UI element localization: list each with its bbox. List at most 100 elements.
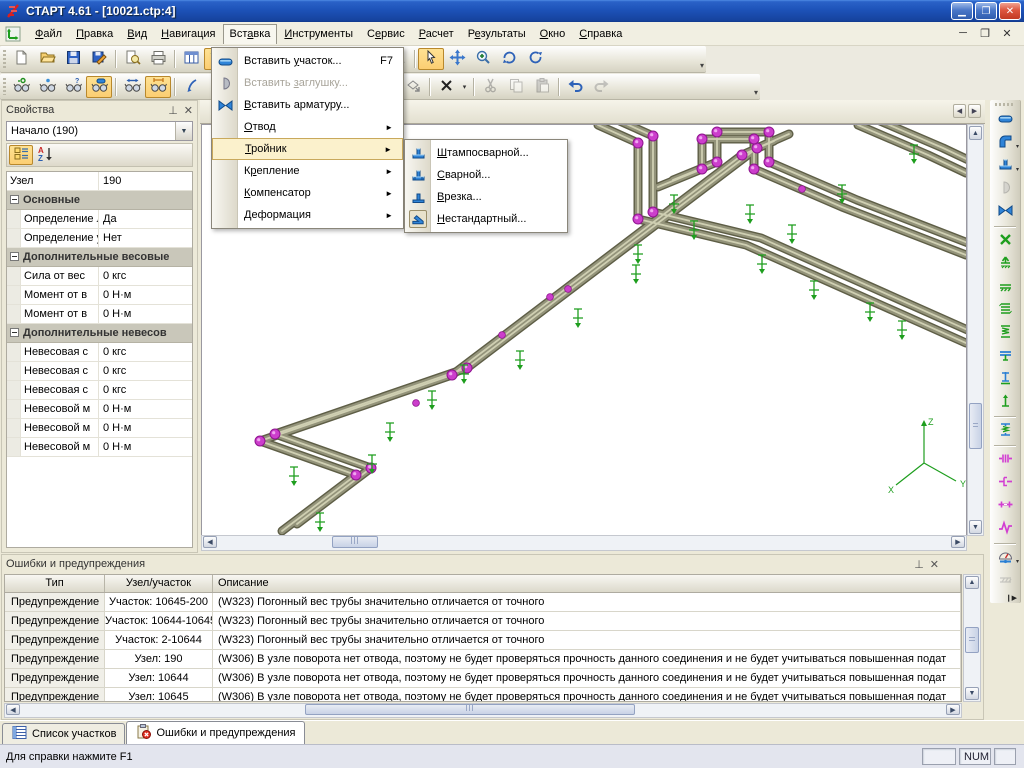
chevron-down-icon[interactable]: ▼ — [175, 122, 192, 140]
menubar-item-2[interactable]: Правка — [69, 24, 120, 44]
scrollbar-thumb[interactable] — [305, 704, 635, 715]
save-as-button[interactable] — [86, 48, 112, 70]
undo-button[interactable] — [562, 76, 588, 98]
column-header-description[interactable]: Описание — [213, 575, 961, 592]
property-row[interactable]: Невесовая с0 кгс — [7, 343, 192, 362]
mdi-restore-button[interactable]: ❐ — [978, 27, 992, 40]
menu-item-компенсатор[interactable]: Компенсатор► — [212, 182, 403, 204]
elbow-button[interactable]: ▾ — [993, 132, 1017, 154]
menubar-item-5[interactable]: Вставка — [223, 24, 278, 44]
pan-button[interactable] — [444, 48, 470, 70]
copy-button[interactable] — [503, 76, 529, 98]
show-marks-button[interactable] — [34, 76, 60, 98]
guide-support-button[interactable] — [993, 299, 1017, 321]
errors-horizontal-scrollbar[interactable]: ◀ ▶ — [4, 703, 962, 718]
property-row[interactable]: Невесовая с0 кгс — [7, 362, 192, 381]
delete-button[interactable] — [433, 76, 459, 98]
property-row[interactable]: Момент от в0 Н·м — [7, 286, 192, 305]
dropdown-arrow-icon[interactable]: ▾ — [1016, 143, 1019, 150]
rotate-view-button[interactable] — [496, 48, 522, 70]
dropdown-arrow-icon[interactable]: ▾ — [459, 76, 470, 98]
mdi-close-button[interactable]: ✕ — [1000, 27, 1014, 40]
property-value[interactable]: 0 кгс — [99, 267, 192, 285]
menu-item-вставить-заглушку-[interactable]: Вставить заглушку... — [212, 72, 403, 94]
property-value[interactable]: 190 — [99, 172, 192, 190]
property-row[interactable]: Невесовой м0 Н·м — [7, 419, 192, 438]
error-table-row[interactable]: ПредупреждениеУзел: 190(W306) В узле пов… — [5, 650, 961, 669]
hinged-compensator-button[interactable] — [993, 495, 1017, 517]
column-header-node[interactable]: Узел/участок — [105, 575, 213, 592]
property-row[interactable]: Невесовой м0 Н·м — [7, 438, 192, 457]
axial-compensator-button[interactable] — [993, 472, 1017, 494]
delete-node-button[interactable] — [993, 230, 1017, 252]
print-preview-button[interactable] — [119, 48, 145, 70]
vertical-support-button[interactable] — [993, 368, 1017, 390]
property-value[interactable]: 0 Н·м — [99, 305, 192, 323]
menu-item-тройник[interactable]: Тройник► — [212, 138, 403, 160]
menubar-item-3[interactable]: Вид — [120, 24, 154, 44]
pin-icon[interactable]: ⊥ — [914, 558, 924, 571]
menu-item-сварной-[interactable]: Сварной... — [405, 164, 567, 186]
scroll-tabs-right-icon[interactable]: ▶ — [968, 104, 981, 118]
show-pipes-button[interactable] — [86, 76, 112, 98]
menu-item-штампосварной-[interactable]: Штампосварной... — [405, 142, 567, 164]
valve-button[interactable] — [993, 201, 1017, 223]
edit-direction-button[interactable] — [178, 76, 204, 98]
node-selector-combo[interactable]: Начало (190) ▼ — [6, 121, 193, 141]
error-table-row[interactable]: ПредупреждениеУчасток: 10644-10645(W323)… — [5, 612, 961, 631]
categorized-button[interactable] — [9, 145, 33, 165]
menu-item-крепление[interactable]: Крепление► — [212, 160, 403, 182]
menu-item-врезка-[interactable]: Врезка... — [405, 186, 567, 208]
scrollbar-thumb[interactable] — [965, 627, 979, 653]
scroll-tabs-left-icon[interactable]: ◀ — [953, 104, 966, 118]
cut-button[interactable] — [477, 76, 503, 98]
scrollbar-thumb[interactable] — [332, 536, 378, 548]
window-panes-button[interactable] — [178, 48, 204, 70]
scroll-right-icon[interactable]: ▶ — [946, 704, 960, 715]
restore-button[interactable]: ❐ — [975, 2, 997, 20]
property-row[interactable]: Невесовой м0 Н·м — [7, 400, 192, 419]
new-document-button[interactable] — [8, 48, 34, 70]
zoom-in-button[interactable] — [470, 48, 496, 70]
property-value[interactable]: 0 Н·м — [99, 286, 192, 304]
pipe-segment-button[interactable] — [993, 109, 1017, 131]
collapse-icon[interactable] — [10, 252, 19, 261]
two-way-support-button[interactable] — [993, 345, 1017, 367]
show-query-button[interactable]: ? — [60, 76, 86, 98]
toolbar-overflow-button[interactable]: ❙▶ — [1006, 594, 1017, 602]
insulation-button[interactable] — [993, 570, 1017, 592]
toolbar-grip[interactable] — [3, 78, 6, 95]
open-document-button[interactable] — [34, 48, 60, 70]
scroll-down-icon[interactable]: ▼ — [965, 687, 979, 700]
scroll-up-icon[interactable]: ▲ — [965, 576, 979, 589]
error-table-row[interactable]: ПредупреждениеУчасток: 2-10644(W323) Пог… — [5, 631, 961, 650]
menubar-item-4[interactable]: Навигация — [154, 24, 222, 44]
property-value[interactable]: 0 Н·м — [99, 438, 192, 456]
cap-button[interactable] — [993, 178, 1017, 200]
menu-item-деформация[interactable]: Деформация► — [212, 204, 403, 226]
close-button[interactable]: ✕ — [999, 2, 1021, 20]
property-value[interactable]: 0 кгс — [99, 381, 192, 399]
property-row[interactable]: Момент от в0 Н·м — [7, 305, 192, 324]
print-button[interactable] — [145, 48, 171, 70]
menubar-item-7[interactable]: Сервис — [360, 24, 412, 44]
scroll-down-icon[interactable]: ▼ — [969, 520, 982, 534]
close-panel-icon[interactable]: ✕ — [184, 104, 193, 117]
errors-vertical-scrollbar[interactable]: ▲ ▼ — [963, 574, 981, 702]
mdi-minimize-button[interactable]: ─ — [956, 27, 970, 40]
paste-button[interactable] — [529, 76, 555, 98]
minimize-button[interactable]: ▁ — [951, 2, 973, 20]
property-value[interactable]: 0 Н·м — [99, 419, 192, 437]
scroll-left-icon[interactable]: ◀ — [203, 536, 217, 548]
show-node-numbers-button[interactable] — [8, 76, 34, 98]
tee-stamped-button[interactable]: ▾ — [993, 155, 1017, 177]
sliding-support-button[interactable] — [993, 276, 1017, 298]
wave-deformation-button[interactable] — [993, 518, 1017, 540]
menu-item-нестандартный-[interactable]: Нестандартный... — [405, 208, 567, 230]
property-group-row[interactable]: Дополнительные весовые — [7, 248, 192, 267]
az-sort-button[interactable]: AZ — [33, 145, 57, 165]
property-group-row[interactable]: Основные — [7, 191, 192, 210]
property-value[interactable]: Нет — [99, 229, 192, 247]
property-row[interactable]: Невесовая с0 кгс — [7, 381, 192, 400]
gauge-button[interactable]: ▾ — [993, 547, 1017, 569]
